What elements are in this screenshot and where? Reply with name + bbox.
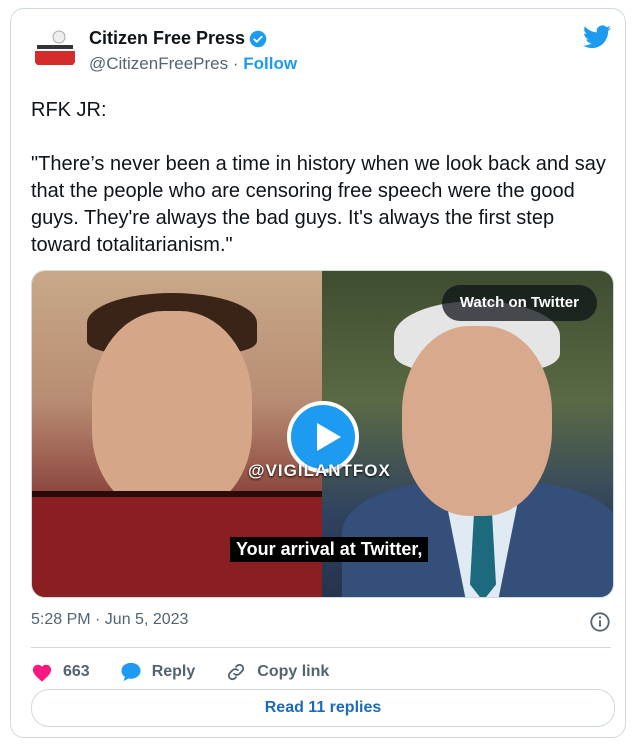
author-handle-row: @CitizenFreePres · Follow [89,54,297,74]
reply-bubble-icon [121,662,141,682]
right-face-shape [402,326,552,516]
tweet-card: Citizen Free Press @CitizenFreePres · Fo… [10,8,626,738]
video-thumbnail[interactable]: Watch on Twitter @VIGILANTFOX Your arriv… [31,270,614,598]
tweet-timestamp[interactable]: 5:28 PM · Jun 5, 2023 [31,611,188,628]
author-name-row: Citizen Free Press [89,28,267,49]
tweet-line-title: RFK JR: [31,99,107,121]
avatar-logo-icon [31,25,79,73]
tweet-actions: 663 Reply Copy link [31,655,611,689]
avatar[interactable] [31,25,79,73]
tweet-spacer [31,124,611,151]
reply-button[interactable]: Reply [120,662,196,682]
reply-label: Reply [151,663,196,680]
follow-link[interactable]: Follow [243,54,297,73]
tweet-line-quote: "There’s never been a time in history wh… [31,153,606,256]
tweet-meta-row: 5:28 PM · Jun 5, 2023 [31,611,611,635]
verified-badge-icon [249,30,267,47]
like-button[interactable]: 663 [31,662,90,682]
separator-dot: · [232,54,239,73]
link-icon [228,663,245,681]
like-count: 663 [63,663,90,680]
left-face-shape [92,311,252,511]
tweet-header: Citizen Free Press @CitizenFreePres · Fo… [31,25,611,85]
heart-icon [32,664,52,682]
tweet-text: RFK JR: "There’s never been a time in hi… [31,97,611,259]
divider [31,647,611,648]
video-caption: Your arrival at Twitter, [230,537,429,562]
author-handle[interactable]: @CitizenFreePres [89,54,228,73]
video-watermark: @VIGILANTFOX [248,461,391,480]
copy-link-label: Copy link [257,663,330,680]
copy-link-button[interactable]: Copy link [225,661,329,683]
info-icon[interactable] [589,611,611,633]
watch-on-twitter-button[interactable]: Watch on Twitter [441,285,597,321]
author-name[interactable]: Citizen Free Press [89,28,245,49]
twitter-bird-icon[interactable] [583,25,611,49]
read-replies-button[interactable]: Read 11 replies [31,689,615,727]
